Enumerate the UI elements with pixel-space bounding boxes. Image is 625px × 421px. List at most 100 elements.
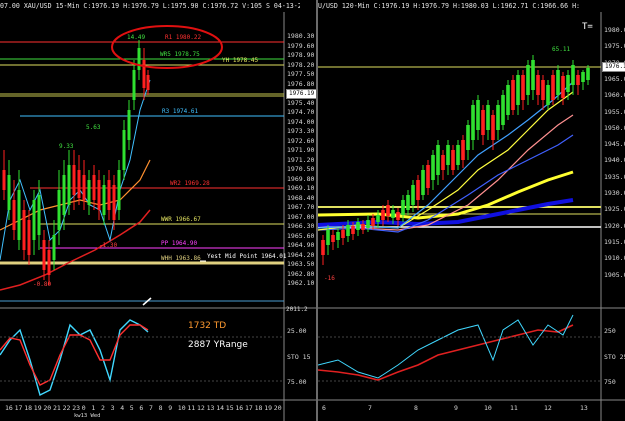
candle-body bbox=[361, 224, 365, 230]
right-chart-pane[interactable]: U/USD 120-Min C:1976.19 H:1976.79 H:1980… bbox=[318, 0, 625, 421]
candle-body bbox=[416, 180, 420, 200]
left-x-tick: 5 bbox=[129, 404, 134, 412]
candle-body bbox=[541, 80, 545, 100]
candle-body bbox=[52, 235, 56, 260]
left-y-tick: 1966.30 bbox=[287, 222, 315, 230]
candle-body bbox=[511, 80, 515, 110]
left-y-tick: 1974.70 bbox=[287, 108, 315, 116]
right-y-tick: 1975.00 bbox=[604, 42, 625, 51]
right-sto-label: STO 25 bbox=[604, 353, 625, 361]
level-label: R1 1980.22 bbox=[165, 34, 202, 41]
left-y-tick: 1973.30 bbox=[287, 127, 315, 135]
left-sto-label: STO 15 bbox=[287, 353, 311, 361]
right-y-tick: 1925.00 bbox=[604, 205, 625, 214]
ma-line bbox=[318, 198, 574, 227]
left-x-tick: 17 bbox=[14, 404, 23, 412]
candle-body bbox=[137, 48, 141, 70]
right-y-tick: 1915.00 bbox=[604, 237, 625, 246]
left-y-tick: 1964.90 bbox=[287, 241, 315, 249]
candle-body bbox=[391, 210, 395, 218]
candle-body bbox=[32, 200, 36, 240]
candle-body bbox=[77, 170, 81, 198]
candle-body bbox=[331, 235, 335, 242]
level-label: WR5 1978.75 bbox=[160, 51, 200, 58]
candle-body bbox=[341, 230, 345, 238]
left-y-tick: 1970.50 bbox=[287, 165, 315, 173]
left-top-count: 14.49 bbox=[127, 34, 146, 41]
right-y-tick: 1980.00 bbox=[604, 26, 625, 34]
candle-body bbox=[576, 75, 580, 85]
candle-body bbox=[531, 60, 535, 90]
left-y-tick: 1965.60 bbox=[287, 231, 315, 240]
candle-body bbox=[97, 180, 101, 210]
candle-body bbox=[571, 65, 575, 85]
right-price-chart[interactable] bbox=[318, 0, 625, 421]
candle-body bbox=[451, 150, 455, 170]
candle-body bbox=[7, 175, 11, 210]
candle-body bbox=[42, 240, 46, 270]
left-y-tick: 1969.80 bbox=[287, 174, 315, 183]
right-y-tick: 1960.00 bbox=[604, 91, 625, 100]
candle-body bbox=[376, 215, 380, 222]
right-y-tick: 1935.00 bbox=[604, 172, 625, 181]
left-left-count: 9.33 bbox=[59, 143, 74, 150]
left-chart-pane[interactable]: 07.00 XAU/USD 15-Min C:1976.19 H:1976.79… bbox=[0, 0, 316, 421]
candle-body bbox=[516, 75, 520, 105]
candle-body bbox=[466, 125, 470, 150]
right-y-tick: 1940.00 bbox=[604, 156, 625, 165]
right-current-price: 1976.19 bbox=[602, 62, 625, 72]
candle-body bbox=[2, 170, 6, 190]
candle-body bbox=[471, 105, 475, 140]
left-y-tick: 1971.90 bbox=[287, 146, 315, 154]
level-label: WWR 1966.67 bbox=[161, 216, 201, 223]
candle-body bbox=[546, 85, 550, 105]
candle-body bbox=[321, 240, 325, 255]
candle-body bbox=[27, 220, 31, 255]
candle-body bbox=[446, 145, 450, 165]
candle-body bbox=[146, 75, 150, 90]
left-y-tick: 1969.10 bbox=[287, 184, 315, 192]
candle-body bbox=[421, 170, 425, 195]
candle-body bbox=[526, 65, 530, 95]
candle-body bbox=[381, 210, 385, 220]
left-x-tick: 14 bbox=[216, 404, 225, 412]
candle-body bbox=[117, 170, 121, 210]
left-x-tick: 19 bbox=[33, 404, 42, 412]
candle-body bbox=[22, 210, 26, 250]
candle-body bbox=[491, 115, 495, 140]
left-x-tick: 20 bbox=[273, 404, 282, 412]
td-text: 1732 TD bbox=[188, 321, 227, 331]
candle-body bbox=[401, 200, 405, 215]
left-x-tick: 16 bbox=[235, 404, 244, 412]
candle-body bbox=[396, 212, 400, 220]
candle-body bbox=[102, 185, 106, 215]
candle-body bbox=[566, 75, 570, 92]
left-y-tick: 1962.80 bbox=[287, 269, 315, 278]
candle-body bbox=[506, 85, 510, 115]
candle-body bbox=[346, 225, 350, 236]
right-y-tick: 1955.00 bbox=[604, 107, 625, 116]
left-y-tick: 1977.50 bbox=[287, 70, 315, 78]
right-y-tick: 1930.00 bbox=[604, 189, 625, 197]
candle-body bbox=[371, 218, 375, 226]
left-price-chart[interactable] bbox=[0, 0, 316, 421]
right-y-tick: 1950.00 bbox=[604, 123, 625, 132]
candle-body bbox=[67, 165, 71, 205]
left-x-tick: 7 bbox=[149, 404, 153, 412]
level-label: R3 1974.61 bbox=[162, 108, 199, 115]
candle-body bbox=[411, 185, 415, 205]
candle-body bbox=[72, 165, 76, 195]
candle-body bbox=[127, 110, 131, 140]
left-x-tick: 4 bbox=[120, 404, 125, 412]
right-x-tick: 7 bbox=[368, 404, 372, 412]
highlight-circle bbox=[111, 25, 223, 69]
left-x-tick: 17 bbox=[245, 404, 253, 412]
candle-body bbox=[441, 155, 445, 170]
right-x-tick: 6 bbox=[322, 404, 326, 412]
candle-body bbox=[556, 70, 560, 95]
right-y-tick: 1945.00 bbox=[604, 140, 625, 149]
left-low-count: -0.80 bbox=[33, 281, 52, 288]
level-label: WR2 1969.28 bbox=[170, 180, 210, 187]
right-y-tick: 1905.00 bbox=[604, 270, 625, 279]
left-x-tick: 23 bbox=[72, 404, 81, 412]
